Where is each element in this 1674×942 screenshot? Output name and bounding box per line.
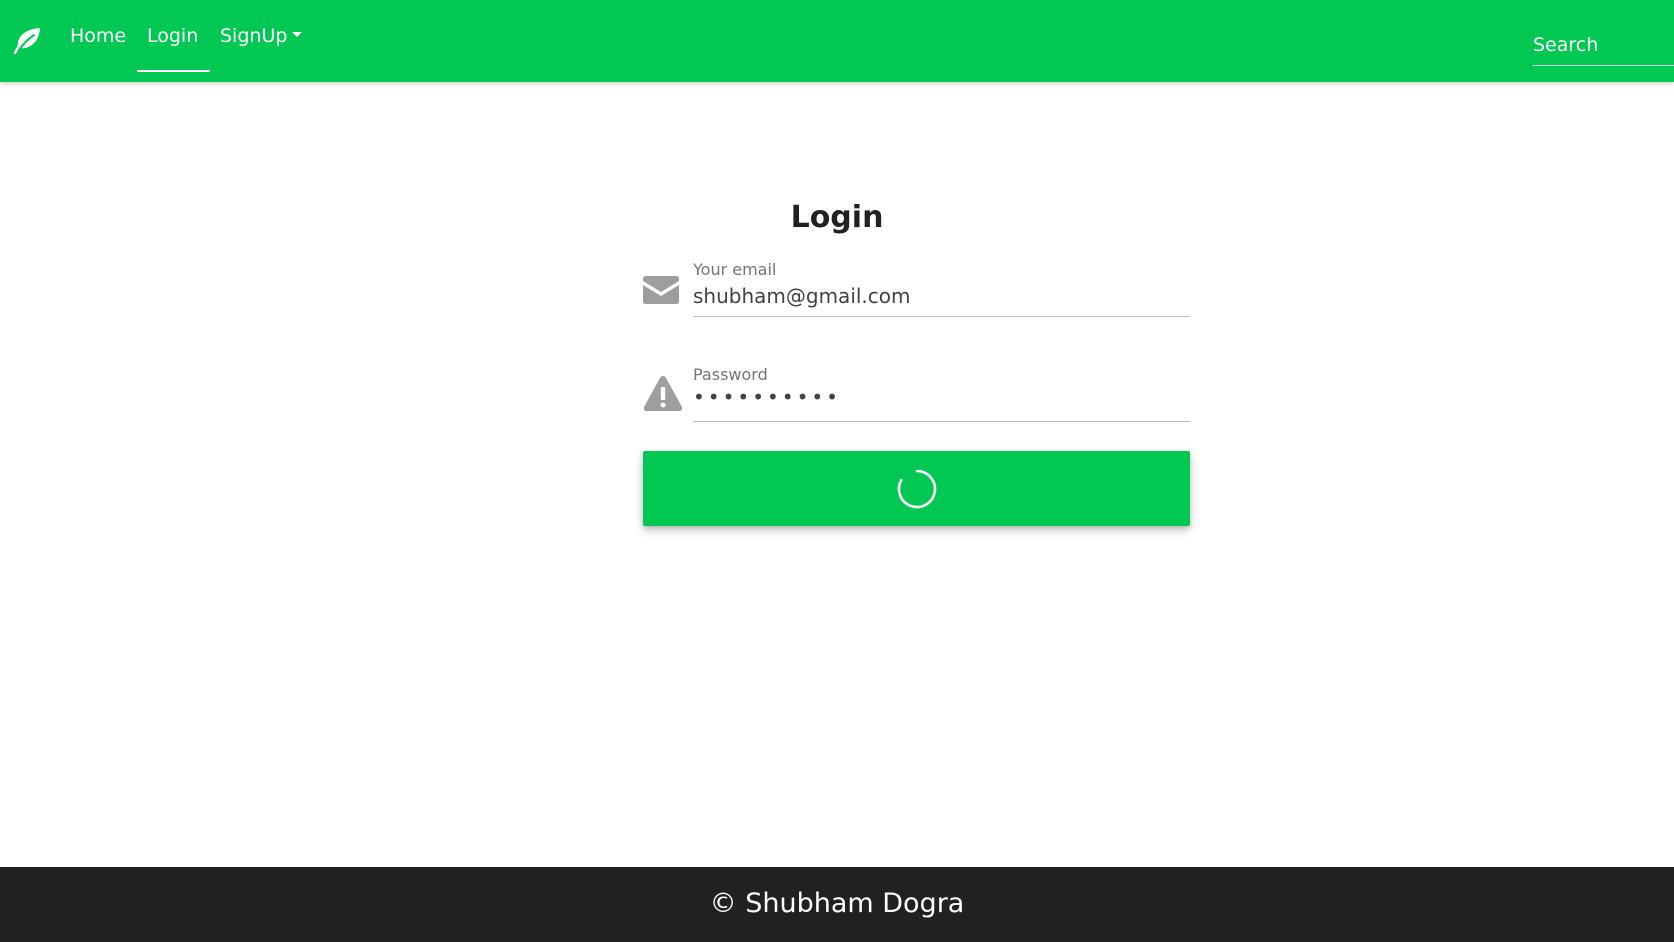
password-field[interactable]: •••••••••• [693, 385, 841, 409]
login-submit-button[interactable] [643, 451, 1190, 526]
nav-signup-dropdown[interactable]: SignUp [220, 20, 303, 52]
page-title: Login [790, 200, 884, 235]
leaf-icon[interactable] [12, 26, 42, 56]
spinner-icon [897, 469, 937, 509]
nav-login-link[interactable]: Login [147, 20, 198, 52]
email-field[interactable] [693, 282, 1190, 310]
footer-copyright: © Shubham Dogra [709, 888, 965, 919]
email-label: Your email [693, 260, 777, 279]
top-navbar: Home Login SignUp [0, 0, 1674, 82]
warning-icon [643, 376, 683, 411]
active-nav-indicator [137, 70, 210, 72]
envelope-icon [643, 276, 679, 304]
password-label: Password [693, 365, 768, 384]
search-input[interactable] [1533, 24, 1674, 66]
email-underline [693, 316, 1190, 317]
footer: © Shubham Dogra [0, 867, 1674, 942]
password-underline [693, 421, 1190, 422]
nav-signup-label: SignUp [220, 25, 288, 47]
nav-home-link[interactable]: Home [70, 20, 126, 52]
caret-down-icon [292, 32, 303, 37]
